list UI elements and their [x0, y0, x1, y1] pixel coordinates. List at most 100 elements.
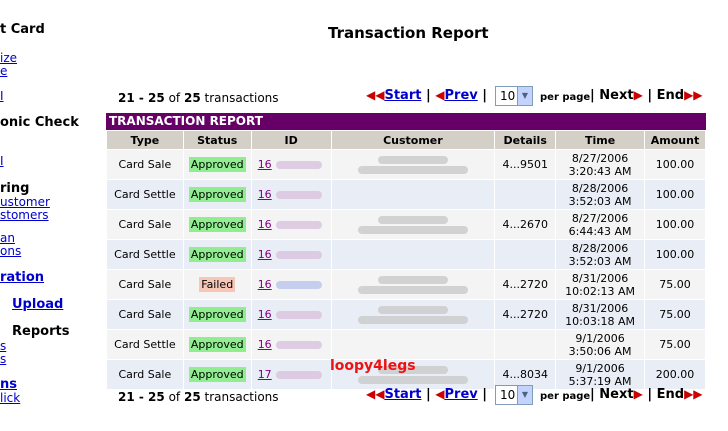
status-cell: Failed [182, 269, 252, 300]
separator: | [647, 88, 653, 103]
sidebar-link-check-other[interactable]: I [0, 154, 4, 168]
column-header-details[interactable]: Details [494, 130, 557, 150]
next-page-icon[interactable]: ▶ [634, 387, 643, 401]
column-header-customer[interactable]: Customer [330, 130, 496, 150]
separator: | [647, 387, 653, 402]
sidebar-link-options[interactable]: ns [0, 377, 17, 392]
transaction-id-link[interactable]: 16 [258, 218, 272, 231]
per-page-value: 10 [500, 89, 516, 103]
prev-link[interactable]: Prev [445, 88, 478, 103]
table-row: Card Settle Approved 16 8/28/2006 3:52:03 AM… [106, 239, 706, 270]
nav-next-end: | Next▶ | End▶▶ [590, 88, 703, 103]
details-cell: 4...2670 [494, 209, 557, 240]
status-cell: Approved [182, 299, 252, 330]
amount-cell: 75.00 [644, 269, 706, 300]
column-header-status[interactable]: Status [182, 130, 252, 150]
redacted-customer-email [357, 165, 468, 174]
separator: | [425, 88, 431, 103]
chevron-down-icon[interactable]: ▼ [517, 386, 532, 404]
sidebar-link-report-2[interactable]: s [0, 352, 6, 366]
end-link[interactable]: End [657, 88, 684, 103]
details-cell [494, 329, 557, 360]
amount-cell: 100.00 [644, 149, 706, 180]
sidebar-link-upload[interactable]: Upload [12, 297, 63, 312]
next-link[interactable]: Next [599, 387, 633, 402]
separator: | [425, 387, 431, 402]
status-badge: Approved [188, 157, 246, 172]
column-header-id[interactable]: ID [250, 130, 332, 150]
time-text: 3:50:06 AM [568, 344, 632, 358]
column-header-amount[interactable]: Amount [644, 130, 706, 150]
type-cell: Card Sale [106, 209, 184, 240]
prev-page-icon: ◀ [435, 88, 445, 102]
status-cell: Approved [182, 329, 252, 360]
column-header-type[interactable]: Type [106, 130, 184, 150]
redacted-customer-email [357, 315, 468, 324]
transaction-id-link[interactable]: 16 [258, 278, 272, 291]
type-cell: Card Sale [106, 269, 184, 300]
per-page-select[interactable]: 10 ▼ [495, 385, 533, 405]
start-link[interactable]: Start [384, 88, 421, 103]
last-page-icon[interactable]: ▶▶ [684, 88, 702, 102]
type-cell: Card Settle [106, 329, 184, 360]
start-link[interactable]: Start [384, 387, 421, 402]
sidebar-link-click[interactable]: lick [0, 391, 20, 405]
end-link[interactable]: End [657, 387, 684, 402]
sidebar-heading-card: t Card [0, 22, 45, 37]
of-label: of [168, 91, 181, 105]
transaction-count: 21 - 25 of 25 transactions [118, 390, 279, 404]
column-header-time[interactable]: Time [555, 130, 645, 150]
sidebar-link-card-other[interactable]: I [0, 89, 4, 103]
sidebar-link-charge[interactable]: e [0, 64, 7, 78]
per-page-label: per page [540, 92, 591, 103]
date-text: 9/1/2006 [575, 361, 625, 375]
id-cell: 16 [250, 179, 332, 210]
status-cell: Approved [182, 149, 252, 180]
sidebar-link-configuration[interactable]: ration [0, 270, 44, 285]
id-cell: 16 [250, 269, 332, 300]
next-link[interactable]: Next [599, 88, 633, 103]
transaction-id-link[interactable]: 16 [258, 188, 272, 201]
nav-next-end: | Next▶ | End▶▶ [590, 387, 703, 402]
sidebar-link-plans[interactable]: ons [0, 244, 21, 258]
time-text: 3:52:03 AM [568, 254, 632, 268]
sidebar-link-customers[interactable]: stomers [0, 208, 49, 222]
per-page-select[interactable]: 10 ▼ [495, 86, 533, 106]
sidebar-link-authorize[interactable]: ize [0, 51, 17, 65]
redacted-customer-name [377, 305, 448, 314]
details-cell: 4...2720 [494, 299, 557, 330]
range-text: 21 - 25 [118, 91, 165, 105]
watermark-text: loopy4legs [330, 358, 416, 374]
amount-cell: 100.00 [644, 239, 706, 270]
status-badge: Approved [188, 367, 246, 382]
sidebar-link-plan[interactable]: an [0, 231, 15, 245]
redacted-id [275, 251, 322, 259]
pager-bottom: 21 - 25 of 25 transactions ◀◀Start | ◀Pr… [106, 385, 706, 409]
separator: | [590, 387, 595, 402]
last-page-icon[interactable]: ▶▶ [684, 387, 702, 401]
type-cell: Card Sale [106, 299, 184, 330]
pager-top: 21 - 25 of 25 transactions ◀◀Start | ◀Pr… [106, 86, 706, 110]
customer-cell [330, 179, 496, 210]
transaction-id-link[interactable]: 16 [258, 158, 272, 171]
id-cell: 16 [250, 149, 332, 180]
transaction-id-link[interactable]: 17 [258, 368, 272, 381]
time-text: 10:02:13 AM [565, 284, 636, 298]
per-page-value: 10 [500, 388, 516, 402]
date-text: 8/27/2006 [571, 211, 629, 225]
status-cell: Approved [182, 209, 252, 240]
page-title: Transaction Report [328, 24, 489, 42]
sidebar-link-add-customer[interactable]: ustomer [0, 195, 50, 209]
sidebar-heading-electronic-check: onic Check [0, 115, 79, 130]
nav-start-prev: ◀◀Start | ◀Prev | [366, 387, 487, 402]
transaction-id-link[interactable]: 16 [258, 248, 272, 261]
transaction-id-link[interactable]: 16 [258, 308, 272, 321]
transaction-id-link[interactable]: 16 [258, 338, 272, 351]
chevron-down-icon[interactable]: ▼ [517, 87, 532, 105]
prev-link[interactable]: Prev [445, 387, 478, 402]
total-count: 25 [183, 91, 201, 105]
table-row: Card Sale Approved 16 4...2720 8/31/2006 10:0… [106, 299, 706, 330]
table-row: Card Settle Approved 16 9/1/2006 3:50:06 AM 7… [106, 329, 706, 360]
sidebar-link-report-1[interactable]: s [0, 339, 6, 353]
next-page-icon[interactable]: ▶ [634, 88, 643, 102]
